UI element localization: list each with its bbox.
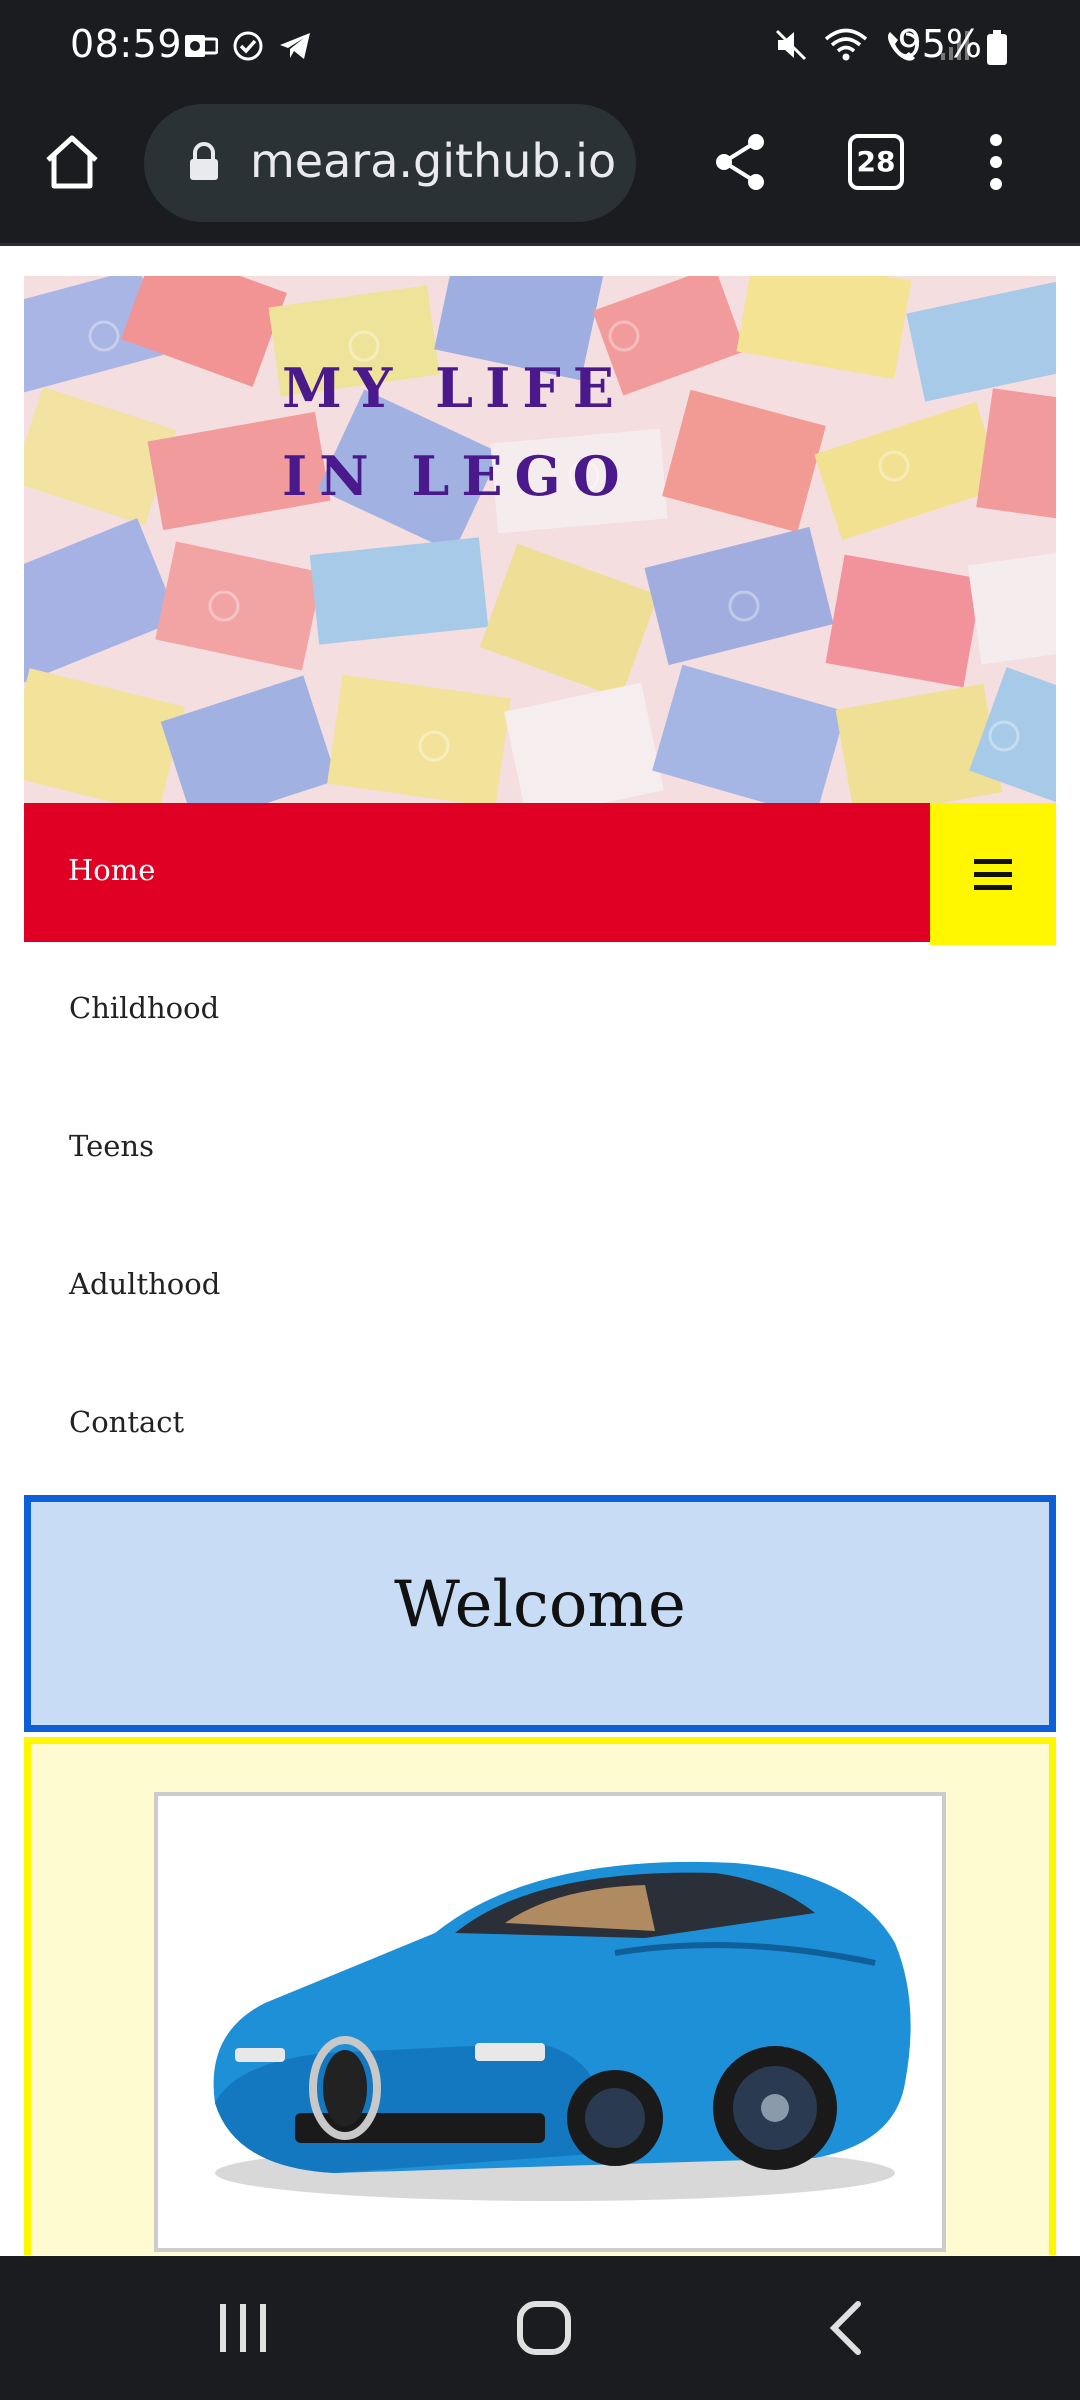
- hero-banner: MY LIFE IN LEGO: [24, 276, 1056, 803]
- system-nav-bar: [0, 2256, 1080, 2400]
- wifi-icon: [824, 28, 868, 66]
- back-button[interactable]: [826, 2300, 866, 2360]
- recent-apps-icon: [220, 2304, 266, 2352]
- address-bar[interactable]: meara.github.io: [144, 104, 636, 222]
- nav-link-teens[interactable]: Teens: [69, 1129, 154, 1163]
- mute-icon: [774, 28, 808, 66]
- status-time: 08:59: [70, 22, 183, 66]
- outlook-icon: [184, 31, 219, 65]
- overflow-menu-button[interactable]: [984, 132, 1008, 192]
- share-icon: [716, 134, 764, 190]
- lego-car-photo: [175, 1813, 925, 2231]
- nav-link-childhood[interactable]: Childhood: [69, 991, 219, 1025]
- web-page: MY LIFE IN LEGO Home Childhood Teens Adu…: [0, 249, 1080, 2255]
- welcome-heading: Welcome: [394, 1568, 686, 1642]
- welcome-section: Welcome: [24, 1495, 1056, 1732]
- nav-link-adulthood[interactable]: Adulthood: [69, 1267, 220, 1301]
- back-chevron-icon: [829, 2301, 861, 2355]
- battery-percent: 95%: [897, 22, 982, 66]
- browser-toolbar: meara.github.io 28: [0, 96, 1080, 246]
- recent-apps-button[interactable]: [218, 2304, 268, 2356]
- nav-link-home[interactable]: Home: [68, 853, 155, 887]
- home-icon: [46, 135, 98, 189]
- system-home-button[interactable]: [516, 2300, 572, 2360]
- site-title: MY LIFE IN LEGO: [282, 356, 632, 508]
- lock-icon: [188, 142, 220, 186]
- nav-bar: Home: [24, 803, 1056, 945]
- check-circle-icon: [232, 30, 264, 66]
- hamburger-icon: [974, 859, 1012, 890]
- nav-link-contact[interactable]: Contact: [69, 1405, 184, 1439]
- telegram-icon: [278, 31, 312, 65]
- status-bar: 08:59 95%: [0, 0, 1080, 96]
- battery-icon: [986, 30, 1008, 70]
- gallery-section: [24, 1737, 1056, 2255]
- status-left-icons: [184, 30, 312, 66]
- more-vertical-icon: [990, 134, 1002, 190]
- share-button[interactable]: [712, 132, 768, 192]
- home-button[interactable]: [40, 130, 104, 194]
- tab-switcher-button[interactable]: 28: [848, 134, 904, 190]
- nav-toggle-button[interactable]: [930, 803, 1056, 945]
- home-circle-icon: [517, 2301, 571, 2355]
- photo-frame: [154, 1792, 946, 2252]
- url-text: meara.github.io: [250, 134, 617, 188]
